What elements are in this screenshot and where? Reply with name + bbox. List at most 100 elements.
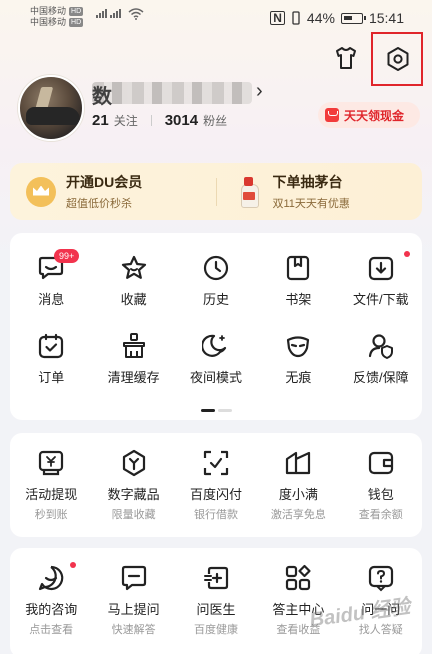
answerer-icon: [286, 564, 311, 591]
service-ask-doctor[interactable]: 问医生 百度健康: [175, 548, 257, 652]
followers-label[interactable]: 粉丝: [203, 112, 227, 129]
question-icon: [368, 565, 393, 592]
tool-orders[interactable]: 订单: [10, 311, 92, 389]
avatar[interactable]: [18, 75, 84, 141]
finance-withdraw[interactable]: 活动提现 秒到账: [10, 433, 92, 537]
tool-label: 文件/下载: [352, 292, 409, 307]
consult-icon: [39, 565, 64, 591]
finance-label: 度小满: [278, 487, 318, 502]
service-label: 我的咨询: [25, 602, 78, 617]
tool-label: 反馈/保障: [352, 370, 409, 385]
maotai-subtitle: 双11天天有优惠: [272, 198, 350, 210]
skin-shirt-icon[interactable]: [334, 46, 358, 70]
service-ask-now[interactable]: 马上提问 快速解答: [92, 548, 174, 652]
service-label: 问一问: [361, 602, 401, 617]
finance-wallet[interactable]: 钱包 查看余额: [340, 433, 422, 537]
message-count-badge: 99+: [54, 249, 80, 263]
following-count[interactable]: 21: [92, 112, 109, 129]
signal-icon-2: [110, 8, 121, 18]
tool-night-mode[interactable]: 夜间模式: [175, 311, 257, 389]
service-answerer-center[interactable]: 答主中心 查看收益: [257, 548, 339, 652]
battery-icon: [340, 12, 366, 24]
bookshelf-icon: [287, 255, 310, 281]
tool-incognito[interactable]: 无痕: [257, 311, 339, 389]
clean-icon: [122, 333, 145, 358]
finance-label: 钱包: [367, 487, 394, 502]
tool-history[interactable]: 历史: [175, 233, 257, 311]
doctor-icon: [203, 566, 229, 590]
daily-cash-label: 天天领现金: [344, 108, 405, 123]
maotai-title: 下单抽茅台: [272, 174, 343, 190]
tool-label: 无痕: [285, 370, 312, 385]
nfc-icon: N: [270, 11, 285, 25]
tool-label: 历史: [202, 292, 229, 307]
finance-collectibles[interactable]: 数字藏品 限量收藏: [92, 433, 174, 537]
finance-label: 活动提现: [25, 487, 78, 502]
finance-flashpay[interactable]: 百度闪付 银行借款: [175, 433, 257, 537]
username-blurred[interactable]: 数: [92, 82, 252, 108]
downloads-new-dot: [403, 251, 410, 257]
tool-messages[interactable]: 99+ 消息: [10, 233, 92, 311]
clock-icon: [203, 255, 229, 281]
withdraw-icon: [39, 450, 64, 476]
tools-card: 99+ 消息 收藏 历史 书架 文件/下载 订单 清理缓存 夜间模式 无痕 反馈…: [10, 233, 422, 420]
signal-icon-1: [96, 8, 107, 18]
duxiaoman-icon: [286, 451, 311, 475]
tool-downloads[interactable]: 文件/下载: [340, 233, 422, 311]
following-label[interactable]: 关注: [114, 112, 138, 129]
profile-chevron-right-icon[interactable]: ›: [256, 80, 263, 103]
carrier-info: 中国移动 HD 中国移动 HD: [30, 6, 84, 28]
du-member-subtitle: 超值低价秒杀: [66, 198, 132, 210]
ask-icon: [121, 565, 146, 591]
tool-clear-cache[interactable]: 清理缓存: [92, 311, 174, 389]
hd-badge-1: HD: [69, 7, 84, 16]
tool-label: 书架: [285, 292, 312, 307]
service-sub: 查看收益: [276, 624, 321, 636]
maotai-promo[interactable]: 下单抽茅台 双11天天有优惠: [217, 163, 423, 220]
tool-label: 夜间模式: [189, 370, 242, 385]
tool-feedback[interactable]: 反馈/保障: [340, 311, 422, 389]
clock-time: 15:41: [368, 10, 404, 26]
red-envelope-icon: [325, 108, 339, 122]
mask-icon: [287, 336, 310, 358]
feedback-icon: [368, 334, 393, 359]
crown-icon: [26, 176, 56, 207]
finance-sub: 查看余额: [358, 509, 403, 521]
service-sub: 找人答疑: [358, 624, 403, 636]
tool-favorites[interactable]: 收藏: [92, 233, 174, 311]
finance-sub: 激活享免息: [270, 509, 326, 521]
vibrate-icon: [292, 11, 300, 25]
du-member-title: 开通DU会员: [66, 174, 143, 190]
finance-label: 数字藏品: [107, 487, 160, 502]
wifi-icon: [128, 8, 144, 20]
download-icon: [368, 256, 393, 281]
service-label: 问医生: [196, 602, 236, 617]
service-sub: 快速解答: [111, 624, 156, 636]
collectible-icon: [122, 449, 145, 477]
battery-percent: 44%: [306, 10, 335, 26]
service-ask-question[interactable]: 问一问 找人答疑: [340, 548, 422, 652]
username-visible-char: 数: [92, 86, 112, 108]
service-my-consult[interactable]: 我的咨询 点击查看: [10, 548, 92, 652]
flashpay-icon: [203, 450, 229, 476]
status-right: N 44% 15:41: [270, 10, 404, 26]
carrier-2: 中国移动: [30, 17, 67, 27]
followers-count[interactable]: 3014: [165, 112, 198, 129]
promo-banner: 开通DU会员 超值低价秒杀 下单抽茅台 双11天天有优惠: [10, 163, 422, 220]
star-icon: [121, 255, 146, 279]
tool-label: 收藏: [120, 292, 147, 307]
service-sub: 点击查看: [29, 624, 74, 636]
daily-cash-button[interactable]: 天天领现金: [318, 102, 420, 128]
finance-sub: 限量收藏: [111, 509, 156, 521]
tool-bookshelf[interactable]: 书架: [257, 233, 339, 311]
hd-badge-2: HD: [69, 18, 84, 27]
finance-sub: 秒到账: [34, 509, 68, 521]
service-label: 答主中心: [272, 602, 325, 617]
consult-new-dot: [70, 562, 76, 568]
settings-gear-icon[interactable]: [385, 46, 411, 72]
page-indicator: [201, 409, 232, 412]
wallet-icon: [368, 451, 393, 475]
du-member-promo[interactable]: 开通DU会员 超值低价秒杀: [10, 163, 216, 220]
follow-stats: 21 关注 3014 粉丝: [92, 112, 227, 129]
finance-duxiaoman[interactable]: 度小满 激活享免息: [257, 433, 339, 537]
